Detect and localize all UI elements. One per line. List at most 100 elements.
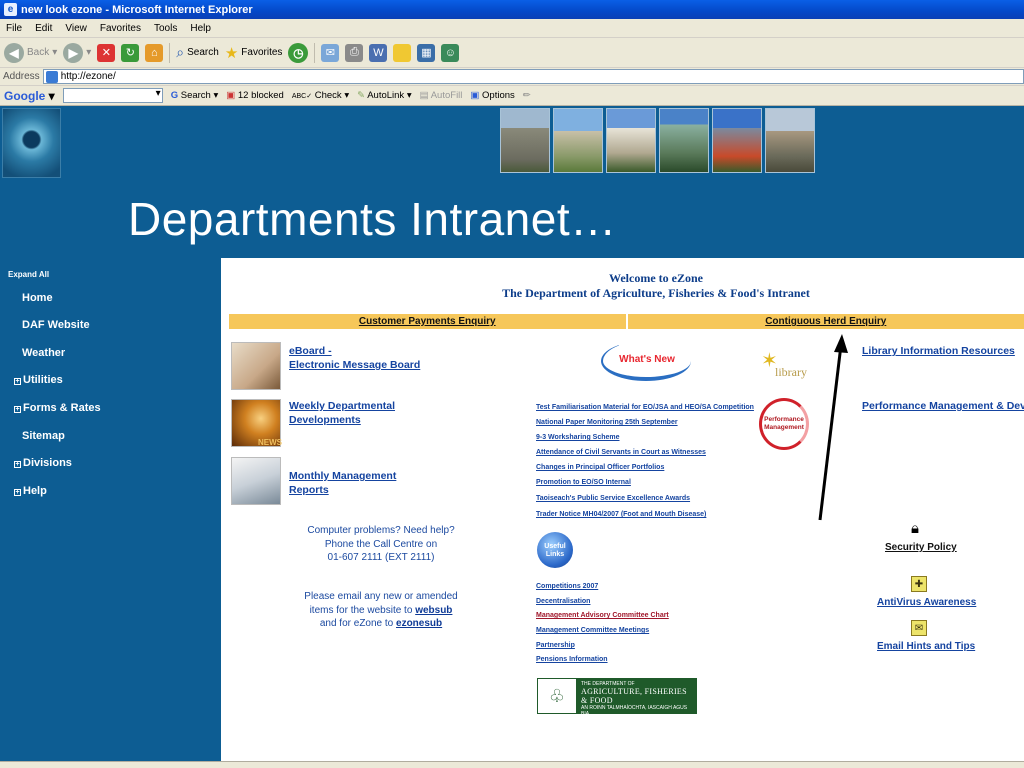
options-label: Options [482,90,515,101]
menu-view[interactable]: View [65,23,87,34]
building-photo [553,108,603,173]
autolink-label: AutoLink [367,90,405,101]
autolink-icon: ✎ [357,90,366,101]
stop-icon[interactable]: ✕ [97,43,116,62]
sidebar-item-utilities[interactable]: + Utilities [14,374,63,386]
sidebar-item-label: Sitemap [22,430,65,442]
sidebar-item-daf-website[interactable]: DAF Website [22,319,90,331]
useful-link[interactable]: Partnership [536,642,575,649]
news-link[interactable]: Test Familiarisation Material for EO/JSA… [536,404,754,411]
monthly-reports-thumbnail[interactable] [231,457,281,505]
ezonesub-email-link[interactable]: ezonesub [396,618,442,629]
building-photos [500,108,815,173]
useful-link[interactable]: Pensions Information [536,656,608,663]
expand-icon: + [14,406,21,413]
sidebar-item-divisions[interactable]: + Divisions [14,457,72,469]
useful-links-label: Links [545,551,565,558]
toolbar-separator [169,42,171,63]
customer-payments-label: Customer Payments Enquiry [358,316,496,327]
eboard-thumbnail[interactable] [231,342,281,390]
useful-link[interactable]: Management Advisory Committee Chart [536,612,669,619]
library-resources-link[interactable]: Library Information Resources [862,344,1015,358]
address-bar: Address http://ezone/ [0,68,1024,86]
spellcheck-button[interactable]: ABC✓ Check ▾ [292,90,349,101]
email-hints-link[interactable]: Email Hints and Tips [877,640,975,654]
toolbar: ◀ Back ▾ ▶ ▾ ✕ ↻ ⌂ ⌕ Search ★ Favorites … [0,38,1024,68]
window-titlebar: e new look ezone - Microsoft Internet Ex… [0,0,1024,19]
home-icon[interactable]: ⌂ [145,43,164,62]
monthly-reports-link[interactable]: Monthly Management Reports [289,469,396,497]
menu-tools[interactable]: Tools [154,23,177,34]
news-link[interactable]: Attendance of Civil Servants in Court as… [536,449,706,456]
menu-edit[interactable]: Edit [35,23,52,34]
performance-management-link[interactable]: Performance Management & Developm [862,399,1024,413]
research-icon[interactable]: ▦ [417,43,436,62]
building-photo [765,108,815,173]
news-link[interactable]: Trader Notice MH04/2007 (Foot and Mouth … [536,511,706,518]
favorites-label: Favorites [241,47,283,58]
popup-blocker[interactable]: ▣ 12 blocked [226,90,284,101]
sidebar-nav: Expand All Home DAF Website Weather + Uti… [0,256,221,761]
eboard-link[interactable]: eBoard - Electronic Message Board [289,344,420,372]
eboard-link-line: Electronic Message Board [289,359,421,371]
autofill-button[interactable]: ▤ AutoFill [420,90,463,101]
back-button[interactable]: ◀ Back ▾ [4,42,57,63]
weekly-developments-link[interactable]: Weekly Departmental Developments [289,399,395,427]
news-thumbnail-label: NEWS [258,438,282,447]
search-button[interactable]: ⌕ Search [176,44,219,61]
google-logo[interactable]: Google ▾ [4,89,55,103]
folder-icon[interactable] [393,43,412,62]
security-policy-link[interactable]: Security Policy [885,541,957,555]
weekly-news-thumbnail[interactable]: NEWS [231,399,282,447]
options-button[interactable]: ▣ Options [470,90,514,101]
sidebar-item-sitemap[interactable]: Sitemap [22,430,65,442]
news-link[interactable]: National Paper Monitoring 25th September [536,419,678,426]
useful-links-label: Useful [544,543,566,550]
forward-button[interactable]: ▶ ▾ [63,42,91,63]
news-link[interactable]: Promotion to EO/SO Internal [536,479,631,486]
menu-file[interactable]: File [6,23,22,34]
messenger-icon[interactable]: ☺ [441,43,460,62]
websub-email-link[interactable]: websub [415,605,452,616]
expand-all-link[interactable]: Expand All [8,270,49,279]
google-search-input[interactable] [62,88,163,103]
edit-icon[interactable]: W [369,43,388,62]
sidebar-item-home[interactable]: Home [22,292,53,304]
monthly-link-line: Reports [289,484,329,496]
mail-icon[interactable]: ✉ [321,43,340,62]
autolink-button[interactable]: ✎ AutoLink ▾ [357,90,412,101]
useful-link[interactable]: Management Committee Meetings [536,627,649,634]
google-search-button[interactable]: G Search ▾ [171,90,219,101]
favorites-button[interactable]: ★ Favorites [225,44,283,62]
antivirus-link[interactable]: AntiVirus Awareness [877,596,976,610]
news-link[interactable]: 9-3 Worksharing Scheme [536,434,620,441]
monthly-link-line: Monthly Management [289,470,397,482]
contiguous-herd-link[interactable]: Contiguous Herd Enquiry [625,314,1024,329]
useful-link[interactable]: Decentralisation [536,598,590,605]
building-photo [712,108,762,173]
news-link[interactable]: Taoiseach's Public Service Excellence Aw… [536,495,690,502]
menu-favorites[interactable]: Favorites [100,23,141,34]
sidebar-item-label: Utilities [23,374,63,386]
menu-help[interactable]: Help [190,23,211,34]
news-link[interactable]: Changes in Principal Officer Portfolios [536,464,664,471]
check-label: Check [314,90,342,101]
sidebar-item-weather[interactable]: Weather [22,347,65,359]
blocked-count: 12 blocked [237,90,284,101]
email-tips-icon: ✉ [911,620,927,636]
spellcheck-icon: ABC✓ [291,93,313,100]
print-icon[interactable]: ⎙ [345,43,364,62]
history-icon[interactable]: ◷ [288,42,309,63]
pencil-icon[interactable]: ✏ [523,90,531,101]
address-input[interactable]: http://ezone/ [42,69,1024,84]
email-info: Please email any new or amended items fo… [301,590,461,631]
sidebar-item-help[interactable]: + Help [14,485,47,497]
sidebar-item-forms-rates[interactable]: + Forms & Rates [14,402,101,414]
building-photo [606,108,656,173]
dept-logo-text: THE DEPARTMENT OF AGRICULTURE, FISHERIES… [577,678,697,717]
lock-icon: 🔒︎ [911,520,919,537]
dept-agriculture-logo: ♧ THE DEPARTMENT OF AGRICULTURE, FISHERI… [537,678,697,717]
useful-link[interactable]: Competitions 2007 [536,583,598,590]
customer-payments-link[interactable]: Customer Payments Enquiry [229,314,626,329]
refresh-icon[interactable]: ↻ [121,43,140,62]
